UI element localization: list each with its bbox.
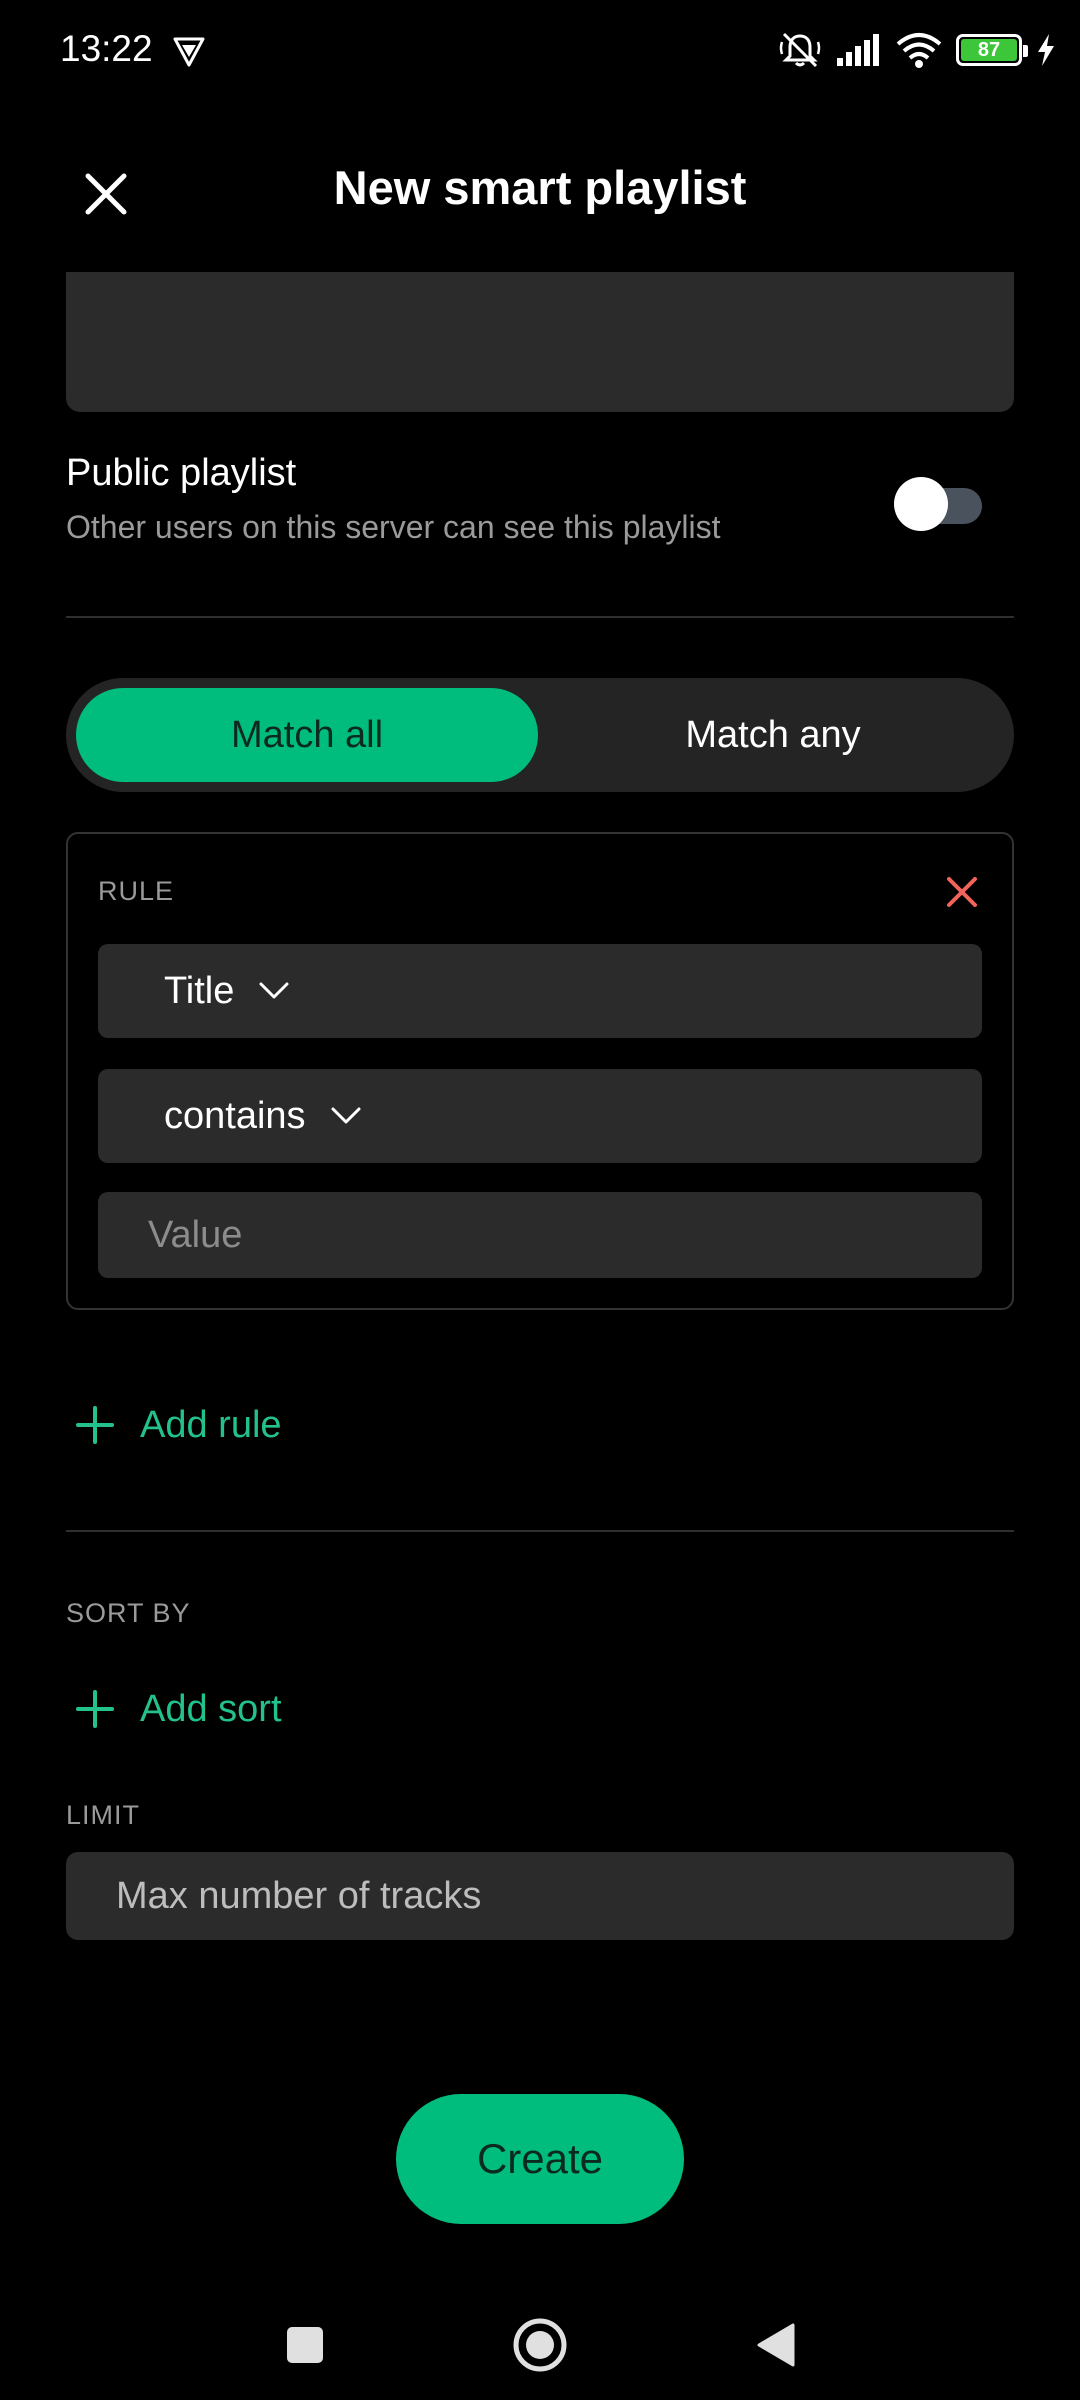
toggle-thumb bbox=[894, 477, 948, 531]
back-icon bbox=[757, 2323, 795, 2367]
match-mode-selector: Match all Match any bbox=[66, 678, 1014, 792]
status-time: 13:22 bbox=[60, 28, 153, 69]
top-app-bar: New smart playlist bbox=[0, 140, 1080, 232]
public-playlist-subtitle: Other users on this server can see this … bbox=[66, 509, 721, 545]
divider bbox=[66, 1530, 1014, 1532]
add-rule-button[interactable]: Add rule bbox=[66, 1390, 282, 1460]
wifi-icon bbox=[896, 33, 942, 68]
rule-value-input[interactable] bbox=[98, 1192, 982, 1278]
chevron-down-icon bbox=[331, 1107, 361, 1124]
signal-icon bbox=[837, 34, 879, 66]
close-icon bbox=[947, 877, 977, 907]
status-icons: 87 bbox=[778, 30, 1056, 70]
divider bbox=[66, 616, 1014, 618]
mute-icon bbox=[779, 32, 821, 68]
battery-icon: 87 bbox=[956, 34, 1028, 66]
limit-field bbox=[66, 1852, 1014, 1940]
home-icon bbox=[513, 2318, 567, 2372]
add-sort-label: Add sort bbox=[140, 1687, 282, 1730]
rule-value-field bbox=[98, 1192, 982, 1278]
page-title: New smart playlist bbox=[333, 161, 747, 214]
plus-icon bbox=[76, 1406, 114, 1444]
charging-icon bbox=[1038, 34, 1054, 66]
create-button[interactable]: Create bbox=[396, 2094, 684, 2224]
back-button[interactable] bbox=[740, 2310, 810, 2380]
system-nav-bar bbox=[0, 2290, 1080, 2400]
match-any-option[interactable]: Match any bbox=[542, 688, 1004, 782]
status-bar: 13:22 87 bbox=[0, 0, 1080, 100]
limit-label: LIMIT bbox=[66, 1800, 141, 1830]
rule-field-value: Title bbox=[164, 969, 235, 1012]
rule-operator-value: contains bbox=[164, 1094, 306, 1137]
rule-label: RULE bbox=[98, 876, 175, 906]
add-sort-button[interactable]: Add sort bbox=[66, 1674, 282, 1744]
remove-rule-button[interactable] bbox=[934, 864, 990, 920]
rule-card: RULE Title contains bbox=[66, 832, 1014, 1310]
sort-by-label: SORT BY bbox=[66, 1598, 191, 1628]
match-all-option[interactable]: Match all bbox=[76, 688, 538, 782]
rule-field-select[interactable]: Title bbox=[98, 944, 982, 1038]
public-playlist-row: Public playlist Other users on this serv… bbox=[66, 452, 1014, 572]
limit-input[interactable] bbox=[66, 1852, 1014, 1940]
home-button[interactable] bbox=[505, 2310, 575, 2380]
public-playlist-title: Public playlist bbox=[66, 452, 297, 494]
chevron-down-icon bbox=[259, 982, 289, 999]
add-rule-label: Add rule bbox=[140, 1403, 282, 1446]
recents-button[interactable] bbox=[270, 2310, 340, 2380]
recents-icon bbox=[287, 2327, 323, 2363]
battery-level: 87 bbox=[961, 39, 1017, 61]
rule-operator-select[interactable]: contains bbox=[98, 1069, 982, 1163]
description-field[interactable] bbox=[66, 272, 1014, 412]
plus-icon bbox=[76, 1690, 114, 1728]
vpn-icon bbox=[173, 37, 205, 67]
public-playlist-toggle[interactable] bbox=[894, 477, 982, 531]
